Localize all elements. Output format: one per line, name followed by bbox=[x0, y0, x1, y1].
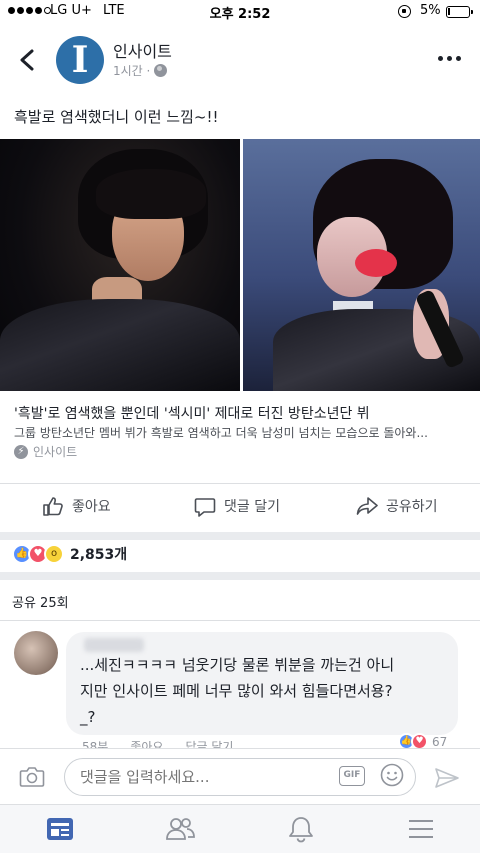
rotation-lock-icon bbox=[398, 5, 411, 18]
comment-bubble-icon bbox=[194, 498, 216, 517]
share-count[interactable]: 공유 25회 bbox=[12, 592, 69, 611]
link-source-name: 인사이트 bbox=[33, 445, 78, 459]
share-arrow-icon bbox=[356, 497, 378, 515]
comment-reaction-count: 67 bbox=[432, 734, 448, 749]
camera-icon[interactable] bbox=[19, 765, 45, 789]
share-button[interactable]: 공유하기 bbox=[356, 495, 438, 517]
action-bar: 좋아요 댓글 달기 공유하기 bbox=[0, 483, 480, 533]
section-separator bbox=[0, 532, 480, 540]
commenter-avatar[interactable] bbox=[14, 631, 58, 675]
sticker-icon[interactable] bbox=[380, 763, 404, 787]
post-time[interactable]: 1시간 · bbox=[113, 62, 150, 79]
gif-button[interactable]: GIF bbox=[339, 766, 365, 786]
globe-icon bbox=[154, 64, 168, 77]
battery-percentage: 5% bbox=[420, 3, 441, 18]
instant-article-icon: ⚡ bbox=[14, 444, 28, 459]
link-title[interactable]: '흑발'로 염색했을 뿐인데 '섹시미' 제대로 터진 방탄소년단 뷔 bbox=[14, 403, 370, 423]
comment-bubble[interactable]: ...세진ㅋㅋㅋㅋ 넘웃기당 물론 뷔분을 까는건 아니 지만 인사이트 페메 … bbox=[66, 632, 458, 735]
divider bbox=[0, 620, 480, 621]
bottom-tab-bar bbox=[0, 804, 480, 853]
back-arrow-icon[interactable] bbox=[14, 46, 42, 74]
comment-composer: GIF bbox=[0, 748, 480, 804]
link-preview[interactable]: '흑발'로 염색했을 뿐인데 '섹시미' 제대로 터진 방탄소년단 뷔 그룹 방… bbox=[0, 391, 480, 466]
notifications-bell-icon[interactable] bbox=[286, 815, 316, 843]
post-photo-right[interactable] bbox=[243, 139, 480, 391]
news-feed-icon[interactable] bbox=[45, 815, 75, 843]
comment-button[interactable]: 댓글 달기 bbox=[194, 495, 280, 517]
post-header: I 인사이트 1시간 · bbox=[0, 30, 480, 90]
comment-text: ...세진ㅋㅋㅋㅋ 넘웃기당 물론 뷔분을 까는건 아니 지만 인사이트 페메 … bbox=[80, 656, 395, 726]
wow-reaction-icon: o bbox=[44, 544, 64, 564]
page-avatar[interactable]: I bbox=[56, 36, 104, 84]
like-button[interactable]: 좋아요 bbox=[42, 495, 111, 517]
share-button-label: 공유하기 bbox=[386, 499, 438, 515]
friends-icon[interactable] bbox=[165, 815, 195, 843]
page-name[interactable]: 인사이트 bbox=[113, 38, 172, 62]
section-separator bbox=[0, 572, 480, 580]
status-bar: LG U+ LTE 오후 2:52 5% bbox=[0, 0, 480, 24]
thumbs-up-icon bbox=[43, 497, 63, 516]
post-meta: 1시간 · bbox=[113, 62, 168, 79]
post-text: 흑발로 염색했더니 이런 느낌~!! bbox=[14, 108, 219, 126]
menu-icon[interactable] bbox=[406, 815, 436, 843]
link-source: ⚡ 인사이트 bbox=[14, 443, 77, 460]
more-options-icon[interactable] bbox=[438, 56, 461, 61]
battery-icon bbox=[446, 6, 473, 18]
link-description: 그룹 방탄소년단 멤버 뷔가 흑발로 염색하고 더욱 남성미 넘치는 모습으로 … bbox=[14, 426, 428, 440]
send-icon[interactable] bbox=[434, 767, 460, 789]
comment-author-name[interactable] bbox=[84, 638, 144, 652]
comment-button-label: 댓글 달기 bbox=[224, 499, 280, 515]
reactions-summary[interactable]: 👍 ♥ o 2,853개 bbox=[12, 544, 127, 564]
reaction-count: 2,853개 bbox=[70, 547, 128, 563]
like-button-label: 좋아요 bbox=[72, 499, 111, 515]
post-photo-left[interactable] bbox=[0, 139, 240, 391]
